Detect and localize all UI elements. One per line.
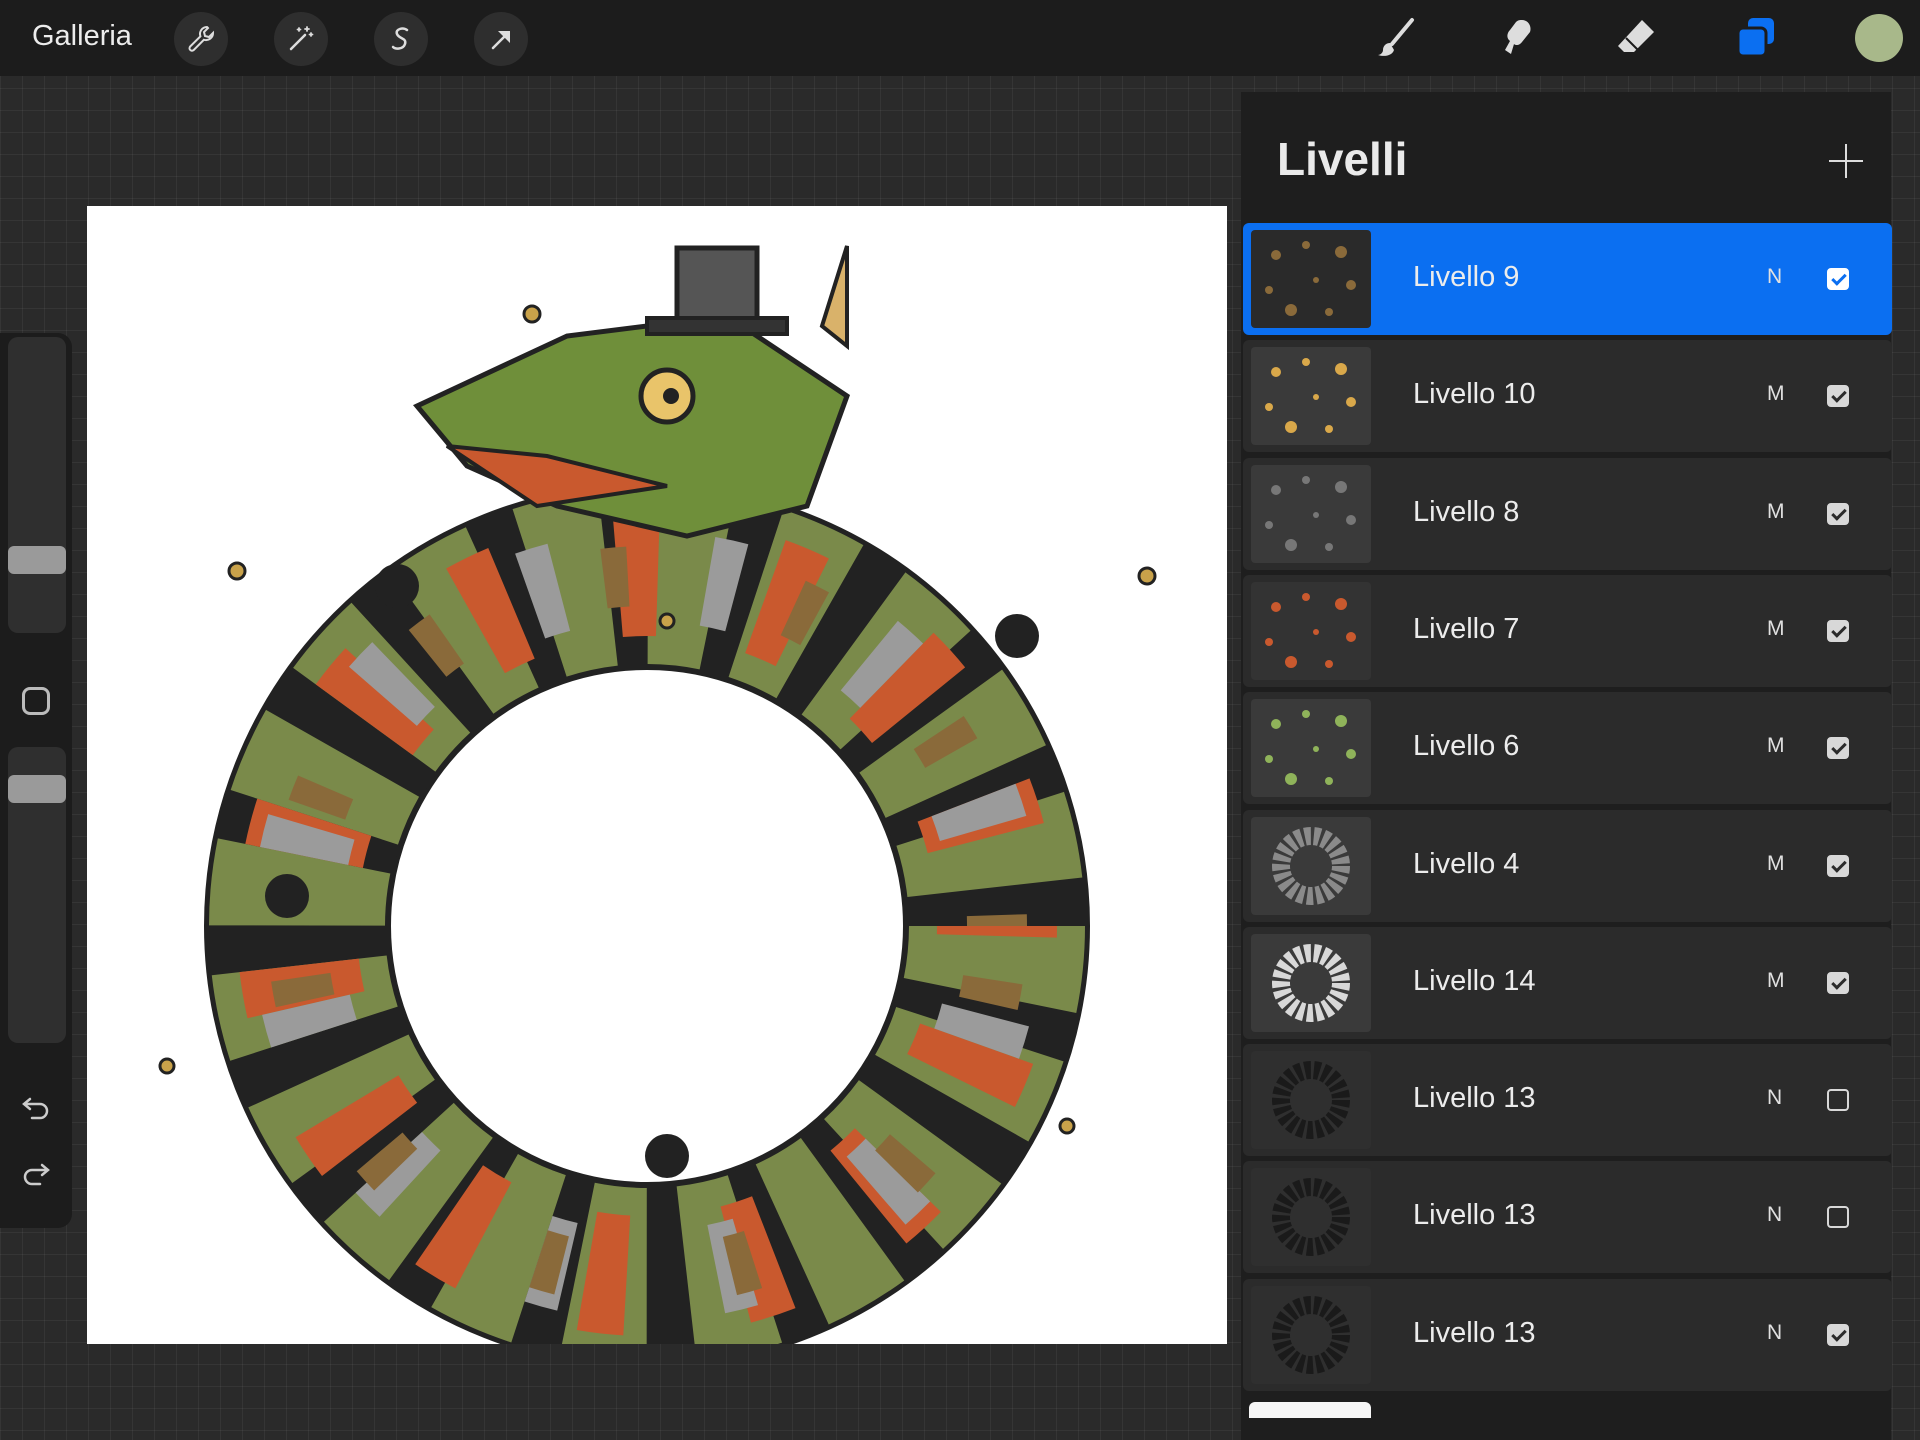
layer-blend-mode-button[interactable]: M [1767, 500, 1785, 524]
undo-icon [22, 1097, 49, 1120]
layer-blend-mode-button[interactable]: N [1767, 1321, 1782, 1345]
layer-thumbnail[interactable] [1251, 699, 1371, 798]
crocodile-head [413, 245, 851, 539]
layers-panel-title: Livelli [1277, 133, 1408, 185]
layer-blend-mode-button[interactable]: N [1767, 1203, 1782, 1227]
layer-row[interactable]: Livello 8 M [1243, 457, 1892, 570]
layer-thumbnail[interactable] [1251, 464, 1371, 563]
layer-list-overflow [1249, 1402, 1371, 1418]
layers-button[interactable] [1728, 10, 1784, 66]
layer-blend-mode-button[interactable]: N [1767, 1086, 1782, 1110]
layers-icon [1736, 18, 1774, 58]
layer-visibility-checkbox[interactable] [1827, 737, 1849, 760]
layer-blend-mode-button[interactable]: M [1767, 617, 1785, 641]
eraser-icon [1618, 20, 1654, 52]
layer-blend-mode-button[interactable]: M [1767, 852, 1785, 876]
layer-blend-mode-button[interactable]: M [1767, 734, 1785, 758]
layer-thumbnail[interactable] [1251, 347, 1371, 446]
layer-row[interactable]: Livello 4 M [1243, 809, 1892, 922]
layer-row[interactable]: Livello 13 N [1243, 1161, 1892, 1274]
gallery-button[interactable]: Galleria [32, 20, 132, 53]
eraser-button[interactable] [1608, 10, 1664, 66]
adjustments-button[interactable] [274, 12, 328, 66]
layer-visibility-checkbox[interactable] [1827, 971, 1849, 994]
color-picker-button[interactable] [1855, 14, 1903, 62]
undo-button[interactable] [16, 1085, 56, 1125]
layer-blend-mode-button[interactable]: M [1767, 969, 1785, 993]
layer-name: Livello 8 [1413, 495, 1520, 528]
layer-name: Livello 9 [1413, 261, 1520, 293]
layer-row[interactable]: Livello 6 M [1243, 692, 1892, 805]
magic-wand-icon [289, 26, 314, 51]
layer-row[interactable]: Livello 10 M [1243, 340, 1892, 453]
add-layer-button[interactable] [1821, 136, 1871, 186]
brush-size-slider[interactable] [8, 337, 66, 633]
layer-name: Livello 13 [1413, 1316, 1536, 1349]
transform-arrow-icon [491, 31, 510, 50]
layer-visibility-checkbox[interactable] [1827, 385, 1849, 408]
layer-name: Livello 13 [1413, 1199, 1536, 1232]
layer-thumbnail[interactable] [1251, 1168, 1371, 1267]
layer-visibility-checkbox[interactable] [1827, 1089, 1849, 1112]
layer-name: Livello 7 [1413, 612, 1520, 645]
layer-thumbnail[interactable] [1251, 230, 1371, 328]
brush-size-thumb[interactable] [8, 546, 66, 574]
left-sidebar [0, 333, 72, 1228]
layer-name: Livello 14 [1413, 964, 1536, 997]
layer-thumbnail[interactable] [1251, 1285, 1371, 1384]
actions-button[interactable] [174, 12, 228, 66]
layer-name: Livello 4 [1413, 847, 1520, 880]
transform-button[interactable] [474, 12, 528, 66]
redo-icon [23, 1163, 50, 1186]
layer-row[interactable]: Livello 14 M [1243, 926, 1892, 1039]
layer-visibility-checkbox[interactable] [1827, 268, 1849, 290]
layer-thumbnail[interactable] [1251, 816, 1371, 915]
layer-visibility-checkbox[interactable] [1827, 1323, 1849, 1346]
selection-button[interactable] [374, 12, 428, 66]
top-toolbar: Galleria [0, 0, 1920, 76]
layer-name: Livello 6 [1413, 730, 1520, 763]
layer-blend-mode-button[interactable]: N [1767, 265, 1782, 289]
layer-thumbnail[interactable] [1251, 1051, 1371, 1150]
layer-visibility-checkbox[interactable] [1827, 502, 1849, 525]
selection-icon [391, 27, 409, 50]
layer-visibility-checkbox[interactable] [1827, 854, 1849, 877]
layer-name: Livello 13 [1413, 1082, 1536, 1115]
smudge-button[interactable] [1488, 10, 1544, 66]
layer-row[interactable]: Livello 7 M [1243, 574, 1892, 687]
layer-thumbnail[interactable] [1251, 581, 1371, 680]
wrench-icon [188, 25, 215, 52]
layer-visibility-checkbox[interactable] [1827, 1206, 1849, 1229]
smudge-icon [1505, 20, 1531, 54]
redo-button[interactable] [16, 1155, 56, 1195]
drawing-canvas[interactable] [87, 206, 1227, 1344]
layer-visibility-checkbox[interactable] [1827, 619, 1849, 642]
layer-thumbnail[interactable] [1251, 933, 1371, 1032]
brush-button[interactable] [1368, 10, 1424, 66]
layer-name: Livello 10 [1413, 378, 1536, 411]
wreath-illustration [158, 245, 1157, 1344]
brush-icon [1378, 18, 1414, 56]
modifier-button[interactable] [22, 687, 50, 715]
layer-blend-mode-button[interactable]: M [1767, 382, 1785, 406]
layer-row[interactable]: Livello 9 N [1243, 223, 1892, 335]
opacity-thumb[interactable] [8, 775, 66, 803]
layer-row[interactable]: Livello 13 N [1243, 1044, 1892, 1157]
layer-row[interactable]: Livello 13 N [1243, 1278, 1892, 1391]
junk-wreath [204, 483, 1090, 1344]
